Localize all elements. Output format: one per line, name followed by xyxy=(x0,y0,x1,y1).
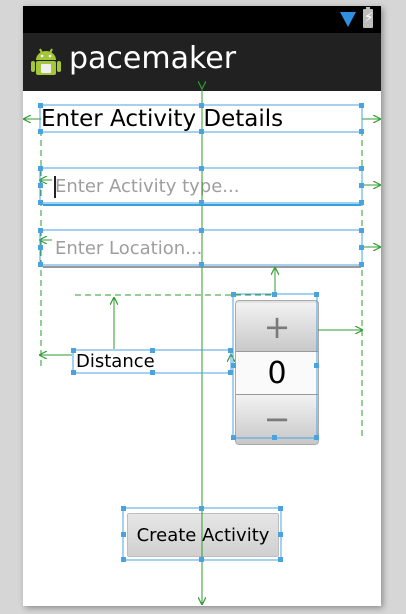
distance-number-picker[interactable]: + 0 − xyxy=(235,300,319,445)
device-screen: ⚡ pacemaker Enter Activity Details Enter… xyxy=(23,6,381,606)
activity-type-placeholder: Enter Activity type... xyxy=(55,176,240,197)
status-bar: ⚡ xyxy=(23,6,381,33)
create-activity-button[interactable]: Create Activity xyxy=(127,513,279,557)
battery-charging-icon: ⚡ xyxy=(363,7,374,28)
wifi-icon xyxy=(340,12,356,27)
distance-label: Distance xyxy=(76,351,155,372)
action-bar: pacemaker xyxy=(23,33,381,91)
android-icon xyxy=(31,48,61,75)
increment-button[interactable]: + xyxy=(236,303,318,351)
app-title: pacemaker xyxy=(69,41,237,76)
distance-value[interactable]: 0 xyxy=(236,351,318,395)
location-input[interactable]: Enter Location... xyxy=(43,232,361,268)
activity-type-input[interactable]: Enter Activity type... xyxy=(43,170,361,206)
decrement-button[interactable]: − xyxy=(236,395,318,443)
location-placeholder: Enter Location... xyxy=(55,238,203,259)
page-heading: Enter Activity Details xyxy=(41,106,284,132)
